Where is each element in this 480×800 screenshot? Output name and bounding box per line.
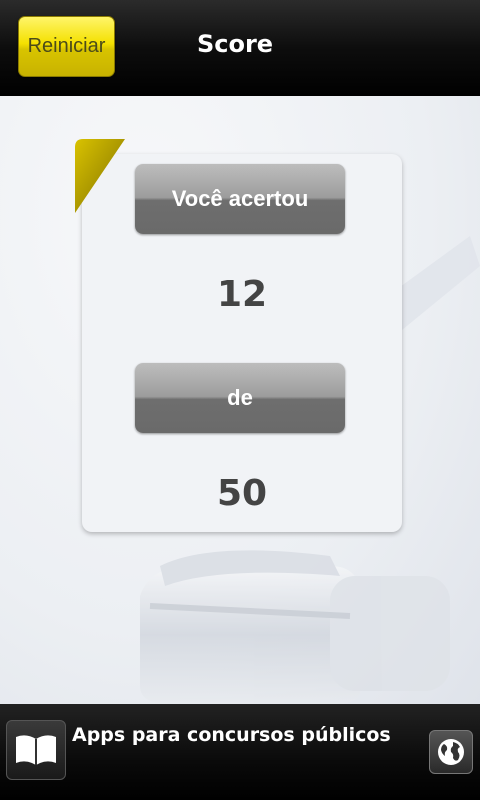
of-label: de — [135, 363, 345, 433]
globe-button[interactable] — [429, 730, 473, 774]
globe-icon — [438, 739, 464, 765]
ad-banner[interactable]: Apps para concursos públicos — [0, 704, 480, 800]
correct-label: Você acertou — [135, 164, 345, 234]
corner-ribbon-icon — [75, 139, 125, 213]
restart-button[interactable]: Reiniciar — [18, 16, 115, 77]
correct-count: 12 — [216, 274, 268, 315]
book-button[interactable] — [6, 720, 66, 780]
score-card: Você acertou 12 de 50 — [75, 139, 402, 532]
top-bar: Reiniciar Score — [0, 0, 480, 96]
total-count: 50 — [216, 473, 268, 514]
book-icon — [16, 735, 56, 765]
score-screen: Você acertou 12 de 50 — [0, 96, 480, 704]
page-title: Score — [196, 30, 274, 58]
ad-text[interactable]: Apps para concursos públicos — [72, 724, 391, 746]
